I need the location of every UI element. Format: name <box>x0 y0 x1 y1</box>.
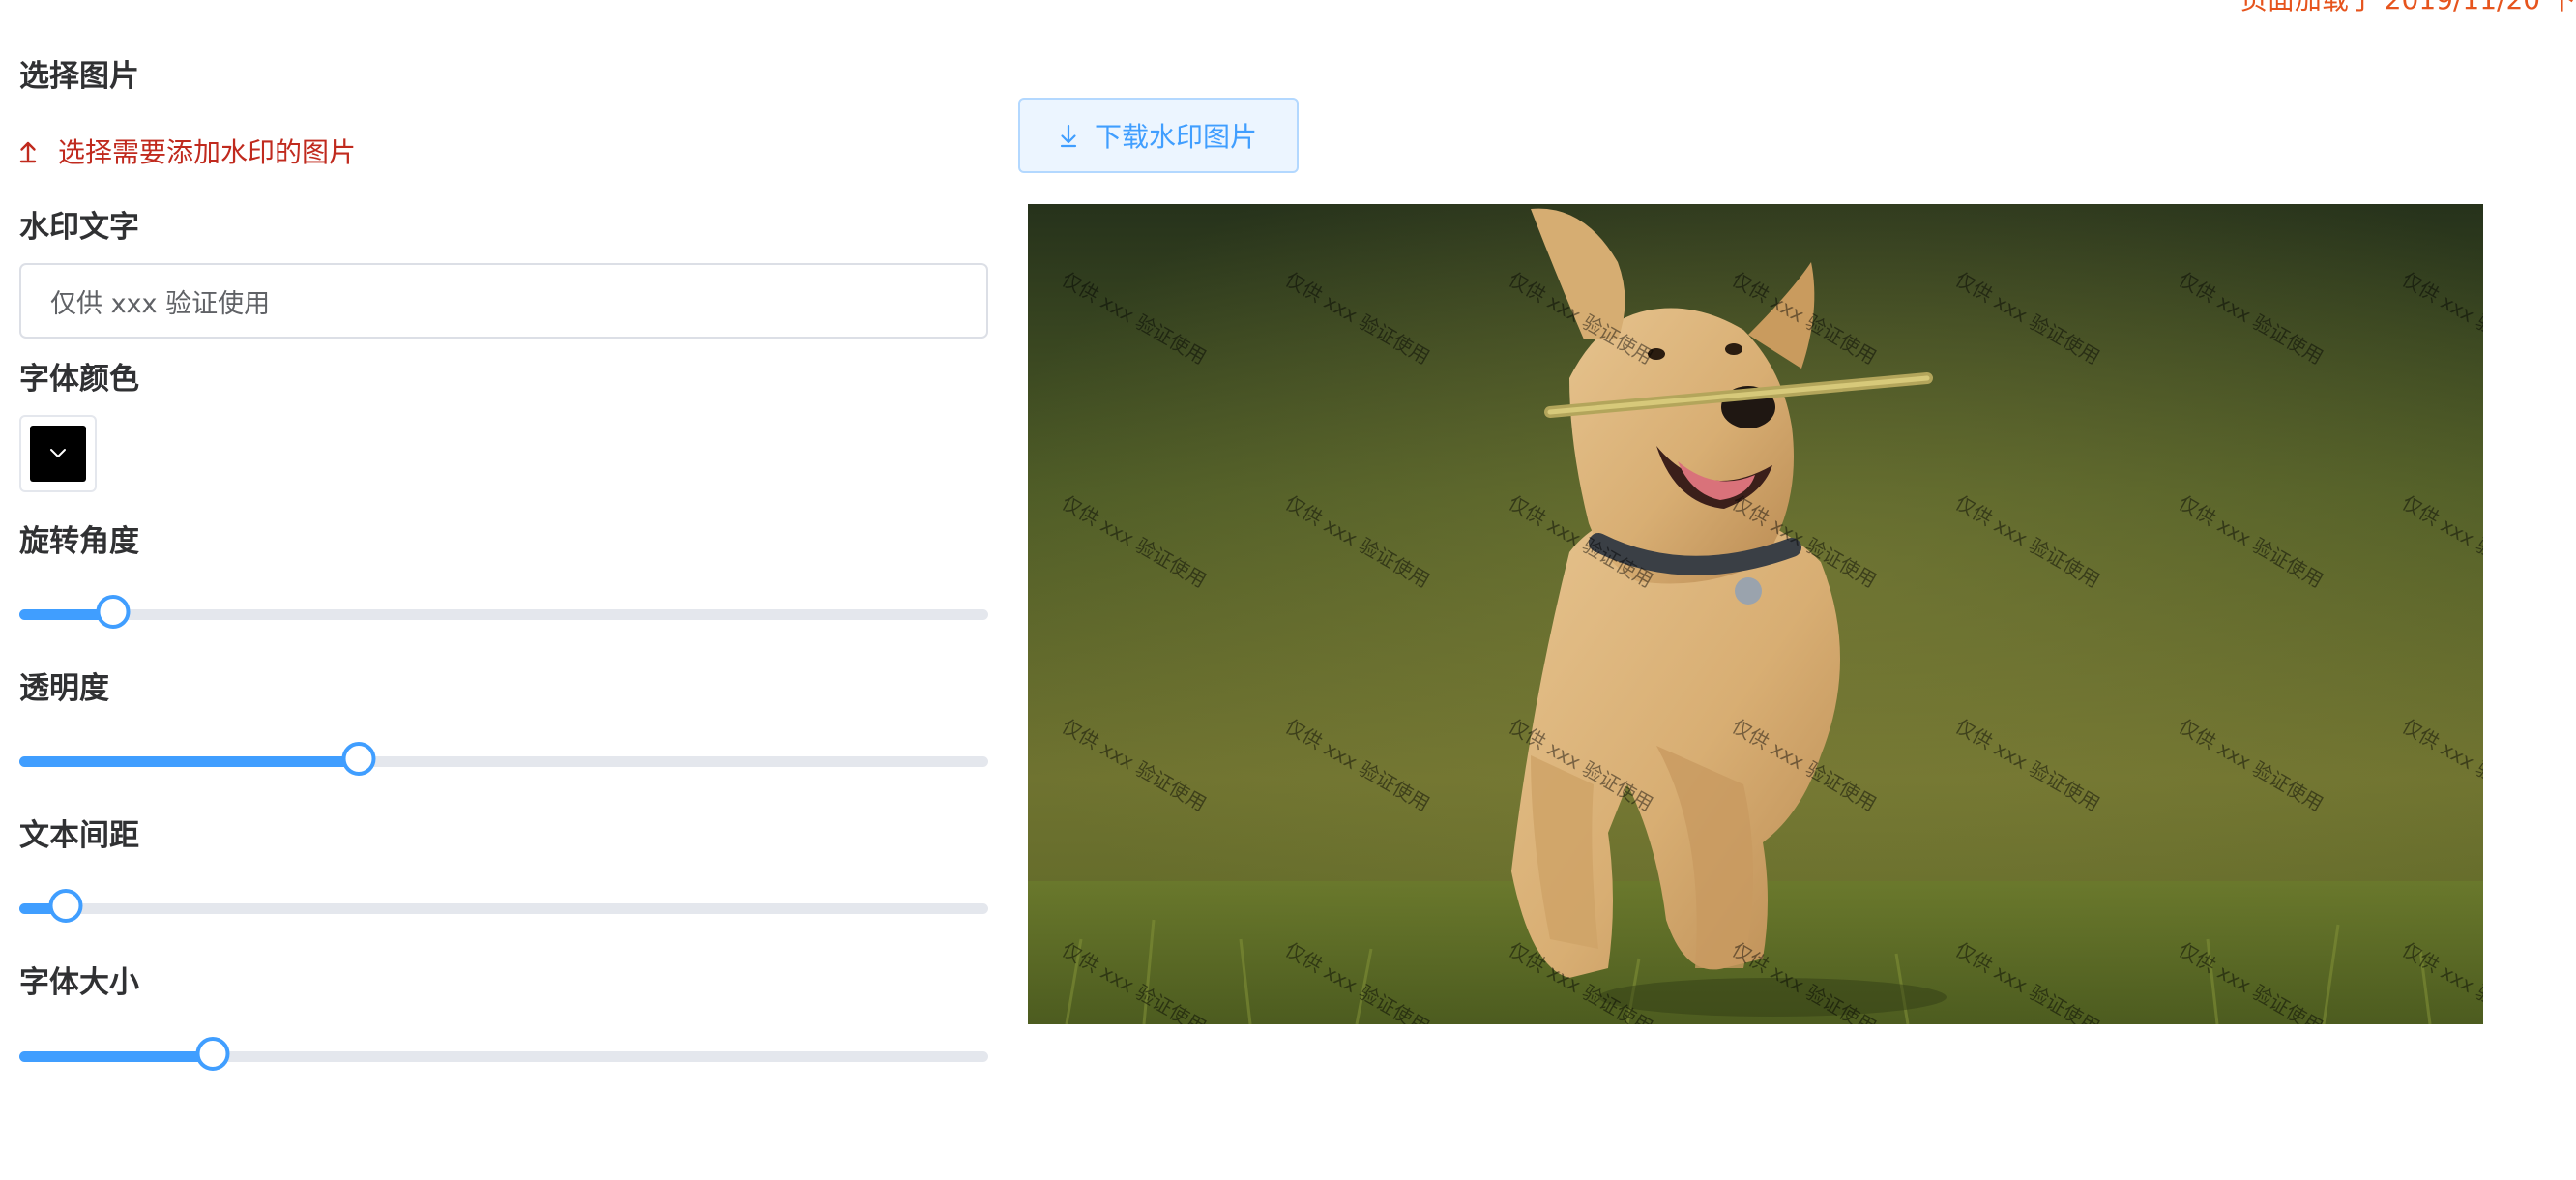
watermark-preview-image: 仅供 xxx 验证使用 仅供 xxx 验证使用 仅供 xxx 验证使用 仅供 xxx … <box>1028 204 2483 1024</box>
rotation-label: 旋转角度 <box>19 524 139 559</box>
font-size-slider[interactable] <box>19 1035 988 1077</box>
download-button-label: 下载水印图片 <box>1094 121 1257 153</box>
text-spacing-label: 文本间距 <box>19 818 139 853</box>
upload-image-button[interactable]: 选择需要添加水印的图片 <box>19 132 356 170</box>
font-color-swatch <box>30 426 86 482</box>
dog-photo <box>1028 204 2483 1024</box>
opacity-label: 透明度 <box>19 671 109 706</box>
slider-thumb[interactable] <box>96 595 131 629</box>
slider-thumb[interactable] <box>48 889 83 923</box>
upload-image-text: 选择需要添加水印的图片 <box>58 136 357 168</box>
upload-arrow-icon <box>19 141 37 163</box>
font-color-label: 字体颜色 <box>19 362 139 397</box>
slider-fill <box>19 756 359 767</box>
opacity-slider[interactable] <box>19 740 988 782</box>
slider-thumb[interactable] <box>341 742 376 776</box>
download-icon <box>1060 124 1077 148</box>
select-image-label: 选择图片 <box>19 59 139 94</box>
slider-track <box>19 609 988 620</box>
watermark-text-label: 水印文字 <box>19 210 139 245</box>
chevron-down-icon <box>50 449 66 457</box>
page-load-note: 页面加载于 2019/11/20 下 <box>2240 0 2576 17</box>
font-color-picker[interactable] <box>19 415 97 492</box>
slider-thumb[interactable] <box>195 1037 230 1071</box>
download-watermark-button[interactable]: 下载水印图片 <box>1018 98 1299 173</box>
slider-track <box>19 903 988 914</box>
text-spacing-slider[interactable] <box>19 887 988 929</box>
rotation-slider[interactable] <box>19 593 988 635</box>
slider-fill <box>19 1051 214 1062</box>
watermark-text-input[interactable] <box>19 263 988 339</box>
font-size-label: 字体大小 <box>19 965 139 1000</box>
